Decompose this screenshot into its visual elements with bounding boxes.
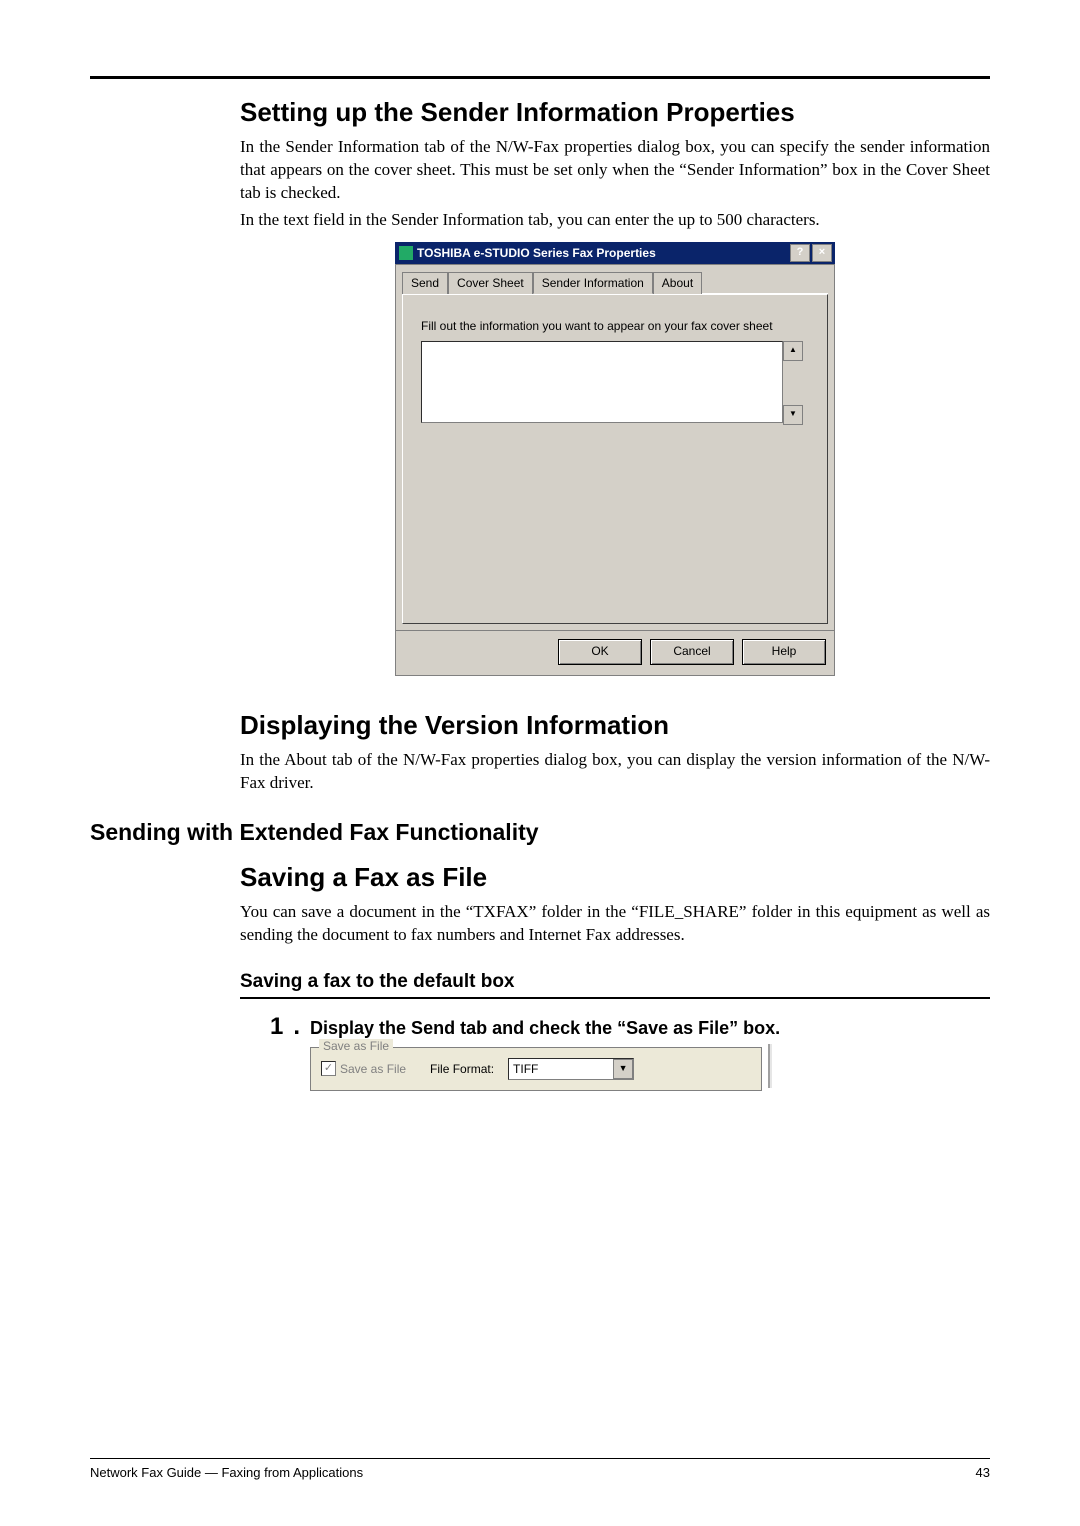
dialog-footer: OK Cancel Help	[395, 631, 835, 676]
page-footer: Network Fax Guide — Faxing from Applicat…	[90, 1458, 990, 1480]
step-1-row: 1. Display the Send tab and check the “S…	[270, 1013, 990, 1041]
top-rule	[90, 76, 990, 79]
app-icon	[399, 246, 413, 260]
subsection-underline	[240, 997, 990, 999]
crop-bar-icon	[768, 1044, 770, 1088]
fax-properties-dialog: TOSHIBA e-STUDIO Series Fax Properties ?…	[395, 242, 835, 676]
cancel-button[interactable]: Cancel	[650, 639, 734, 665]
titlebar-help-button[interactable]: ?	[790, 244, 810, 262]
file-format-value: TIFF	[513, 1062, 538, 1076]
save-as-file-checkbox[interactable]: ✓ Save as File	[321, 1061, 406, 1076]
textarea-scrollbar[interactable]: ▲ ▼	[783, 341, 803, 425]
section-extended-fax: Sending with Extended Fax Functionality	[90, 819, 990, 846]
heading-version-info: Displaying the Version Information	[240, 710, 990, 741]
sender-info-textarea[interactable]	[421, 341, 783, 423]
step-dot: .	[293, 1013, 300, 1041]
checkbox-label: Save as File	[340, 1062, 406, 1076]
footer-page-number: 43	[976, 1465, 990, 1480]
scroll-up-icon[interactable]: ▲	[783, 341, 803, 361]
tab-about[interactable]: About	[653, 272, 702, 294]
para-sender-2: In the text field in the Sender Informat…	[240, 209, 990, 232]
dialog-tabs: Send Cover Sheet Sender Information Abou…	[402, 271, 828, 294]
ok-button[interactable]: OK	[558, 639, 642, 665]
heading-save-as-file: Saving a Fax as File	[240, 862, 990, 893]
tab-cover-sheet[interactable]: Cover Sheet	[448, 272, 533, 294]
helper-text: Fill out the information you want to app…	[421, 319, 809, 333]
heading-sender-info: Setting up the Sender Information Proper…	[240, 97, 990, 128]
step-text: Display the Send tab and check the “Save…	[310, 1018, 780, 1039]
checkbox-check-icon: ✓	[321, 1061, 336, 1076]
help-button[interactable]: Help	[742, 639, 826, 665]
scroll-down-icon[interactable]: ▼	[783, 405, 803, 425]
dialog-body: Send Cover Sheet Sender Information Abou…	[395, 264, 835, 631]
dialog-titlebar: TOSHIBA e-STUDIO Series Fax Properties ?…	[395, 242, 835, 264]
titlebar-close-button[interactable]: ×	[812, 244, 832, 262]
footer-left: Network Fax Guide — Faxing from Applicat…	[90, 1465, 363, 1480]
chevron-down-icon: ▼	[613, 1059, 633, 1079]
step-number: 1	[270, 1013, 283, 1041]
groupbox-legend: Save as File	[319, 1039, 393, 1053]
file-format-label: File Format:	[430, 1062, 494, 1076]
file-format-select[interactable]: TIFF ▼	[508, 1058, 634, 1080]
tab-sender-information[interactable]: Sender Information	[533, 272, 653, 294]
para-save-as-file: You can save a document in the “TXFAX” f…	[240, 901, 990, 947]
para-version: In the About tab of the N/W-Fax properti…	[240, 749, 990, 795]
save-as-file-groupbox: Save as File ✓ Save as File File Format:…	[310, 1047, 762, 1091]
tab-send[interactable]: Send	[402, 272, 448, 294]
dialog-title: TOSHIBA e-STUDIO Series Fax Properties	[417, 246, 656, 260]
tab-panel: Fill out the information you want to app…	[402, 294, 828, 624]
para-sender-1: In the Sender Information tab of the N/W…	[240, 136, 990, 205]
subsection-default-box: Saving a fax to the default box	[240, 971, 990, 993]
